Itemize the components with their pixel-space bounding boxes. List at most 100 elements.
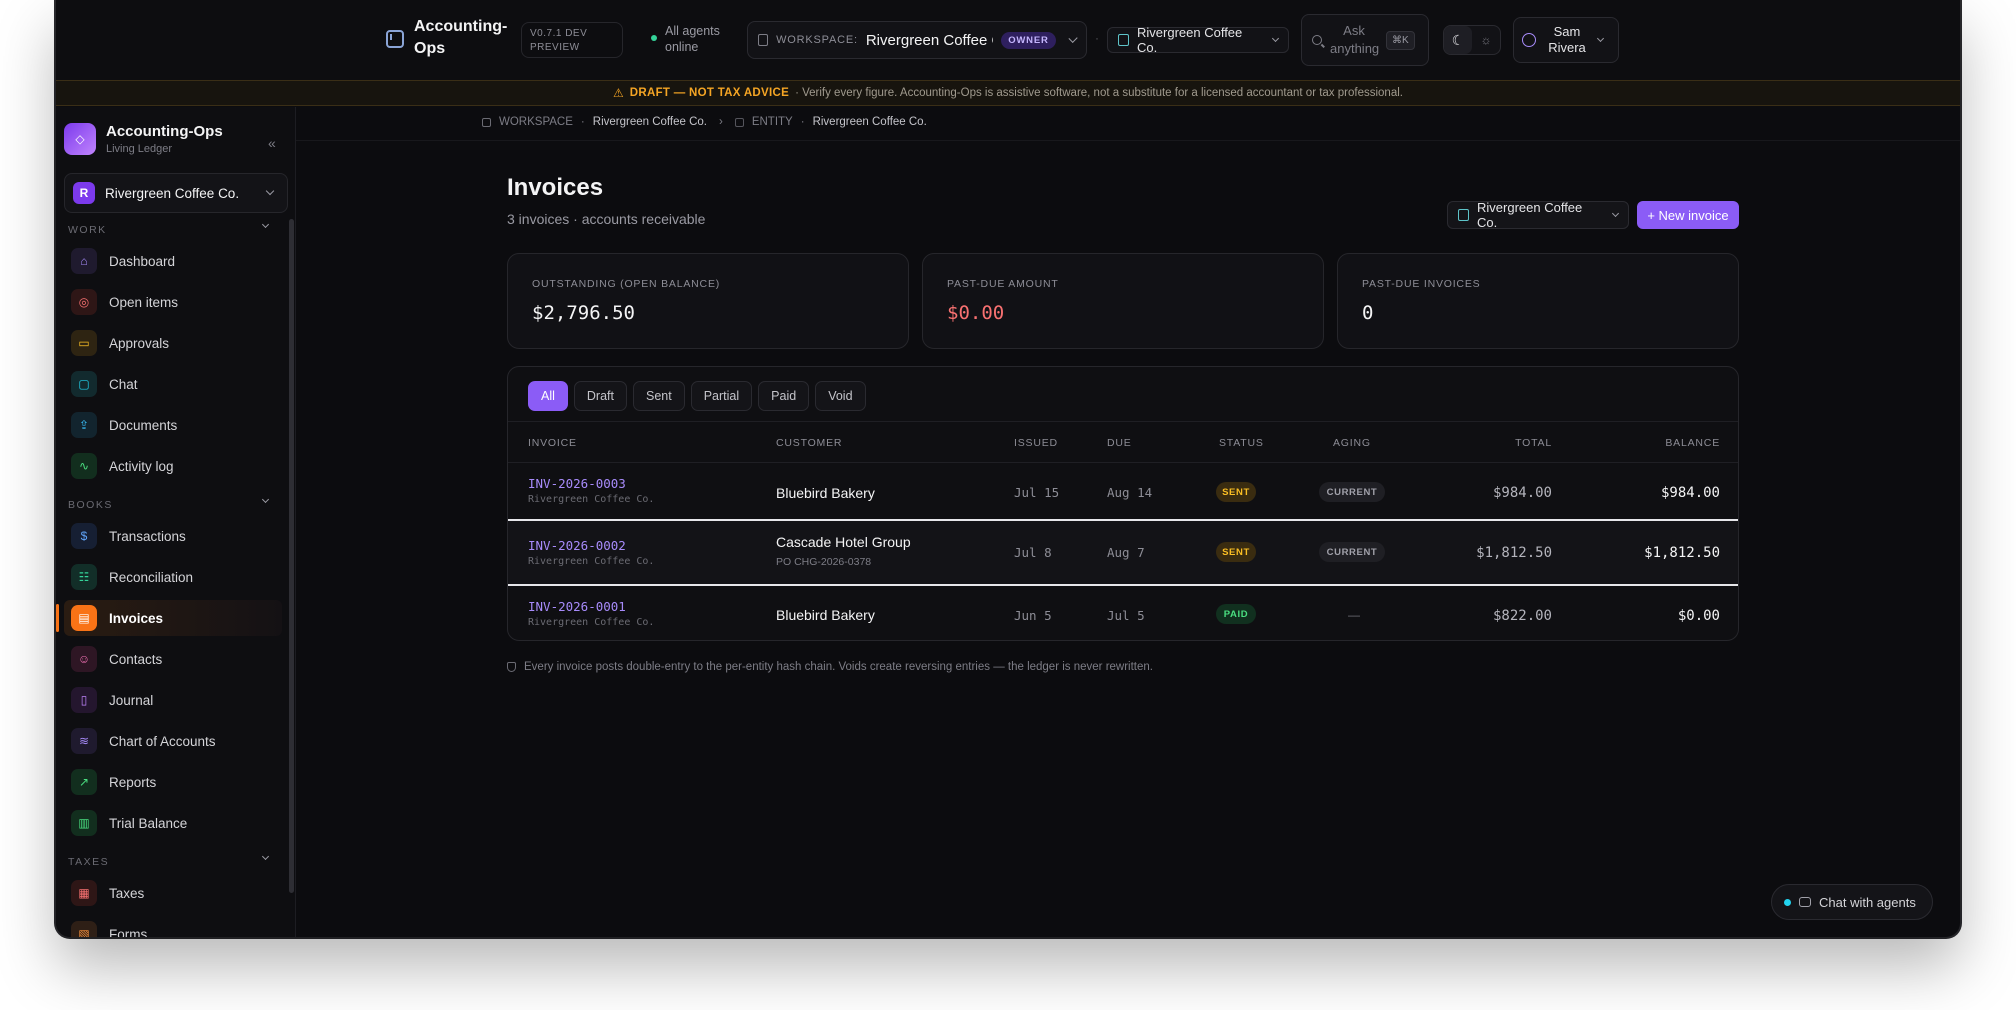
breadcrumb-entity[interactable]: Rivergreen Coffee Co.: [813, 116, 927, 128]
contact-icon: ☺: [71, 646, 97, 672]
chat-button-label: Chat with agents: [1819, 894, 1916, 910]
chevron-down-icon: [1596, 34, 1605, 42]
invoice-entity: Rivergreen Coffee Co.: [528, 617, 655, 628]
customer-name: Bluebird Bakery: [776, 607, 875, 623]
lock-icon: [482, 117, 491, 127]
status-badge: SENT: [1216, 542, 1256, 562]
stat-card-outstanding: OUTSTANDING (OPEN BALANCE) $2,796.50: [507, 253, 909, 349]
sidebar-item-label: Documents: [109, 417, 178, 433]
column-header-due[interactable]: DUE: [1107, 437, 1132, 449]
sidebar-scrollbar[interactable]: [289, 219, 294, 893]
sun-icon[interactable]: ☼: [1472, 26, 1500, 54]
sidebar-item-transactions[interactable]: $ Transactions: [64, 518, 282, 554]
column-header-issued[interactable]: ISSUED: [1014, 437, 1058, 449]
table-row[interactable]: INV-2026-0002 Rivergreen Coffee Co. Casc…: [508, 521, 1738, 584]
stat-label: PAST-DUE AMOUNT: [947, 278, 1059, 290]
chevron-down-icon: [261, 495, 270, 504]
table-row[interactable]: INV-2026-0003 Rivergreen Coffee Co. Blue…: [508, 463, 1738, 527]
workspace-selector[interactable]: WORKSPACE: Rivergreen Coffee C… OWNER: [747, 21, 1087, 59]
workspace-value: Rivergreen Coffee C…: [865, 31, 993, 49]
invoice-balance: $984.00: [1660, 485, 1720, 501]
warning-icon: ⚠: [613, 86, 624, 100]
sidebar-item-label: Activity log: [109, 458, 174, 474]
sidebar-item-label: Invoices: [109, 610, 164, 626]
issued-date: Jun 5: [1014, 608, 1052, 623]
collapse-sidebar-icon[interactable]: «: [268, 135, 276, 151]
aging-value: —: [1348, 608, 1360, 622]
database-icon: ≋: [71, 728, 97, 754]
organization-selector[interactable]: R Rivergreen Coffee Co.: [64, 173, 288, 213]
chevron-right-icon: ›: [718, 116, 723, 128]
section-taxes[interactable]: TAXES: [68, 852, 274, 868]
invoice-number-link[interactable]: INV-2026-0002: [528, 538, 626, 553]
section-work[interactable]: WORK: [68, 220, 274, 236]
sidebar-item-reports[interactable]: ↗ Reports: [64, 764, 282, 800]
invoice-table-card: All Draft Sent Partial Paid Void INVOICE…: [507, 366, 1739, 641]
column-header-total[interactable]: TOTAL: [1515, 437, 1552, 449]
entity-filter-label: Rivergreen Coffee Co.: [1477, 200, 1583, 230]
target-icon: ◎: [71, 289, 97, 315]
tab-partial[interactable]: Partial: [690, 381, 753, 411]
sidebar-item-label: Taxes: [109, 885, 145, 901]
sidebar-item-dashboard[interactable]: ⌂ Dashboard: [64, 243, 282, 279]
sidebar-item-approvals[interactable]: ▭ Approvals: [64, 325, 282, 361]
column-header-invoice[interactable]: INVOICE: [528, 437, 577, 449]
sidebar-item-contacts[interactable]: ☺ Contacts: [64, 641, 282, 677]
workspace-label: WORKSPACE:: [776, 34, 858, 46]
invoice-entity: Rivergreen Coffee Co.: [528, 556, 655, 567]
ask-anything-button[interactable]: Ask anything ⌘K: [1301, 14, 1429, 66]
column-header-customer[interactable]: CUSTOMER: [776, 437, 842, 449]
sidebar-item-trial-balance[interactable]: ▥ Trial Balance: [64, 805, 282, 841]
receipt-icon: ▦: [71, 880, 97, 906]
online-dot-icon: [1784, 898, 1791, 906]
moon-icon[interactable]: ☾: [1444, 26, 1472, 54]
sidebar-item-label: Forms: [109, 926, 148, 938]
top-brand[interactable]: Accounting-Ops: [386, 16, 514, 60]
column-header-status[interactable]: STATUS: [1219, 437, 1264, 449]
tab-sent[interactable]: Sent: [633, 381, 685, 411]
sidebar-item-invoices[interactable]: ▤ Invoices: [56, 600, 282, 636]
tab-all[interactable]: All: [528, 381, 568, 411]
user-menu[interactable]: Sam Rivera: [1513, 17, 1619, 63]
breadcrumb-entity-label: ENTITY: [751, 116, 793, 128]
stat-label: OUTSTANDING (OPEN BALANCE): [532, 278, 721, 290]
sidebar: ◇ Accounting-Ops Living Ledger « R River…: [56, 107, 296, 937]
theme-toggle[interactable]: ☾ ☼: [1443, 25, 1501, 55]
sidebar-item-open-items[interactable]: ◎ Open items: [64, 284, 282, 320]
tab-void[interactable]: Void: [815, 381, 866, 411]
sidebar-item-activity-log[interactable]: ∿ Activity log: [64, 448, 282, 484]
app-name: Accounting-Ops: [414, 18, 508, 57]
sidebar-item-chat[interactable]: ▢ Chat: [64, 366, 282, 402]
new-invoice-button[interactable]: + New invoice: [1637, 201, 1739, 229]
tab-paid[interactable]: Paid: [758, 381, 810, 411]
sidebar-item-taxes[interactable]: ▦ Taxes: [64, 875, 282, 911]
breadcrumb-workspace[interactable]: Rivergreen Coffee Co.: [593, 116, 707, 128]
message-icon: ▢: [71, 371, 97, 397]
sidebar-brand[interactable]: ◇ Accounting-Ops Living Ledger: [64, 123, 223, 155]
due-date: Aug 14: [1107, 485, 1153, 500]
sidebar-item-forms[interactable]: ▧ Forms: [64, 916, 282, 937]
column-header-aging[interactable]: AGING: [1333, 437, 1371, 449]
chat-with-agents-button[interactable]: Chat with agents: [1771, 884, 1933, 920]
sidebar-brand-subtitle: Living Ledger: [106, 143, 173, 155]
search-icon: [1312, 35, 1322, 45]
invoice-number-link[interactable]: INV-2026-0003: [528, 476, 626, 491]
status-filter-tabs: All Draft Sent Partial Paid Void: [528, 381, 866, 411]
column-header-balance[interactable]: BALANCE: [1665, 437, 1720, 449]
chevron-down-icon: [265, 186, 275, 196]
sidebar-item-reconciliation[interactable]: ☷ Reconciliation: [64, 559, 282, 595]
section-books[interactable]: BOOKS: [68, 495, 274, 511]
tab-draft[interactable]: Draft: [573, 381, 627, 411]
sidebar-item-documents[interactable]: ⇪ Documents: [64, 407, 282, 443]
app-window: Accounting-Ops V0.7.1 DEV PREVIEW All ag…: [56, 0, 1960, 937]
footnote-text: Every invoice posts double-entry to the …: [524, 661, 1153, 673]
sidebar-item-journal[interactable]: ▯ Journal: [64, 682, 282, 718]
entity-filter-select[interactable]: Rivergreen Coffee Co.: [1447, 200, 1629, 230]
section-work-label: WORK: [68, 224, 107, 236]
checklist-icon: ☷: [71, 564, 97, 590]
sidebar-item-chart-of-accounts[interactable]: ≋ Chart of Accounts: [64, 723, 282, 759]
invoice-number-link[interactable]: INV-2026-0001: [528, 599, 626, 614]
entity-selector[interactable]: Rivergreen Coffee Co.: [1107, 25, 1289, 55]
due-date: Aug 7: [1107, 545, 1145, 560]
table-row[interactable]: INV-2026-0001 Rivergreen Coffee Co. Blue…: [508, 586, 1738, 640]
